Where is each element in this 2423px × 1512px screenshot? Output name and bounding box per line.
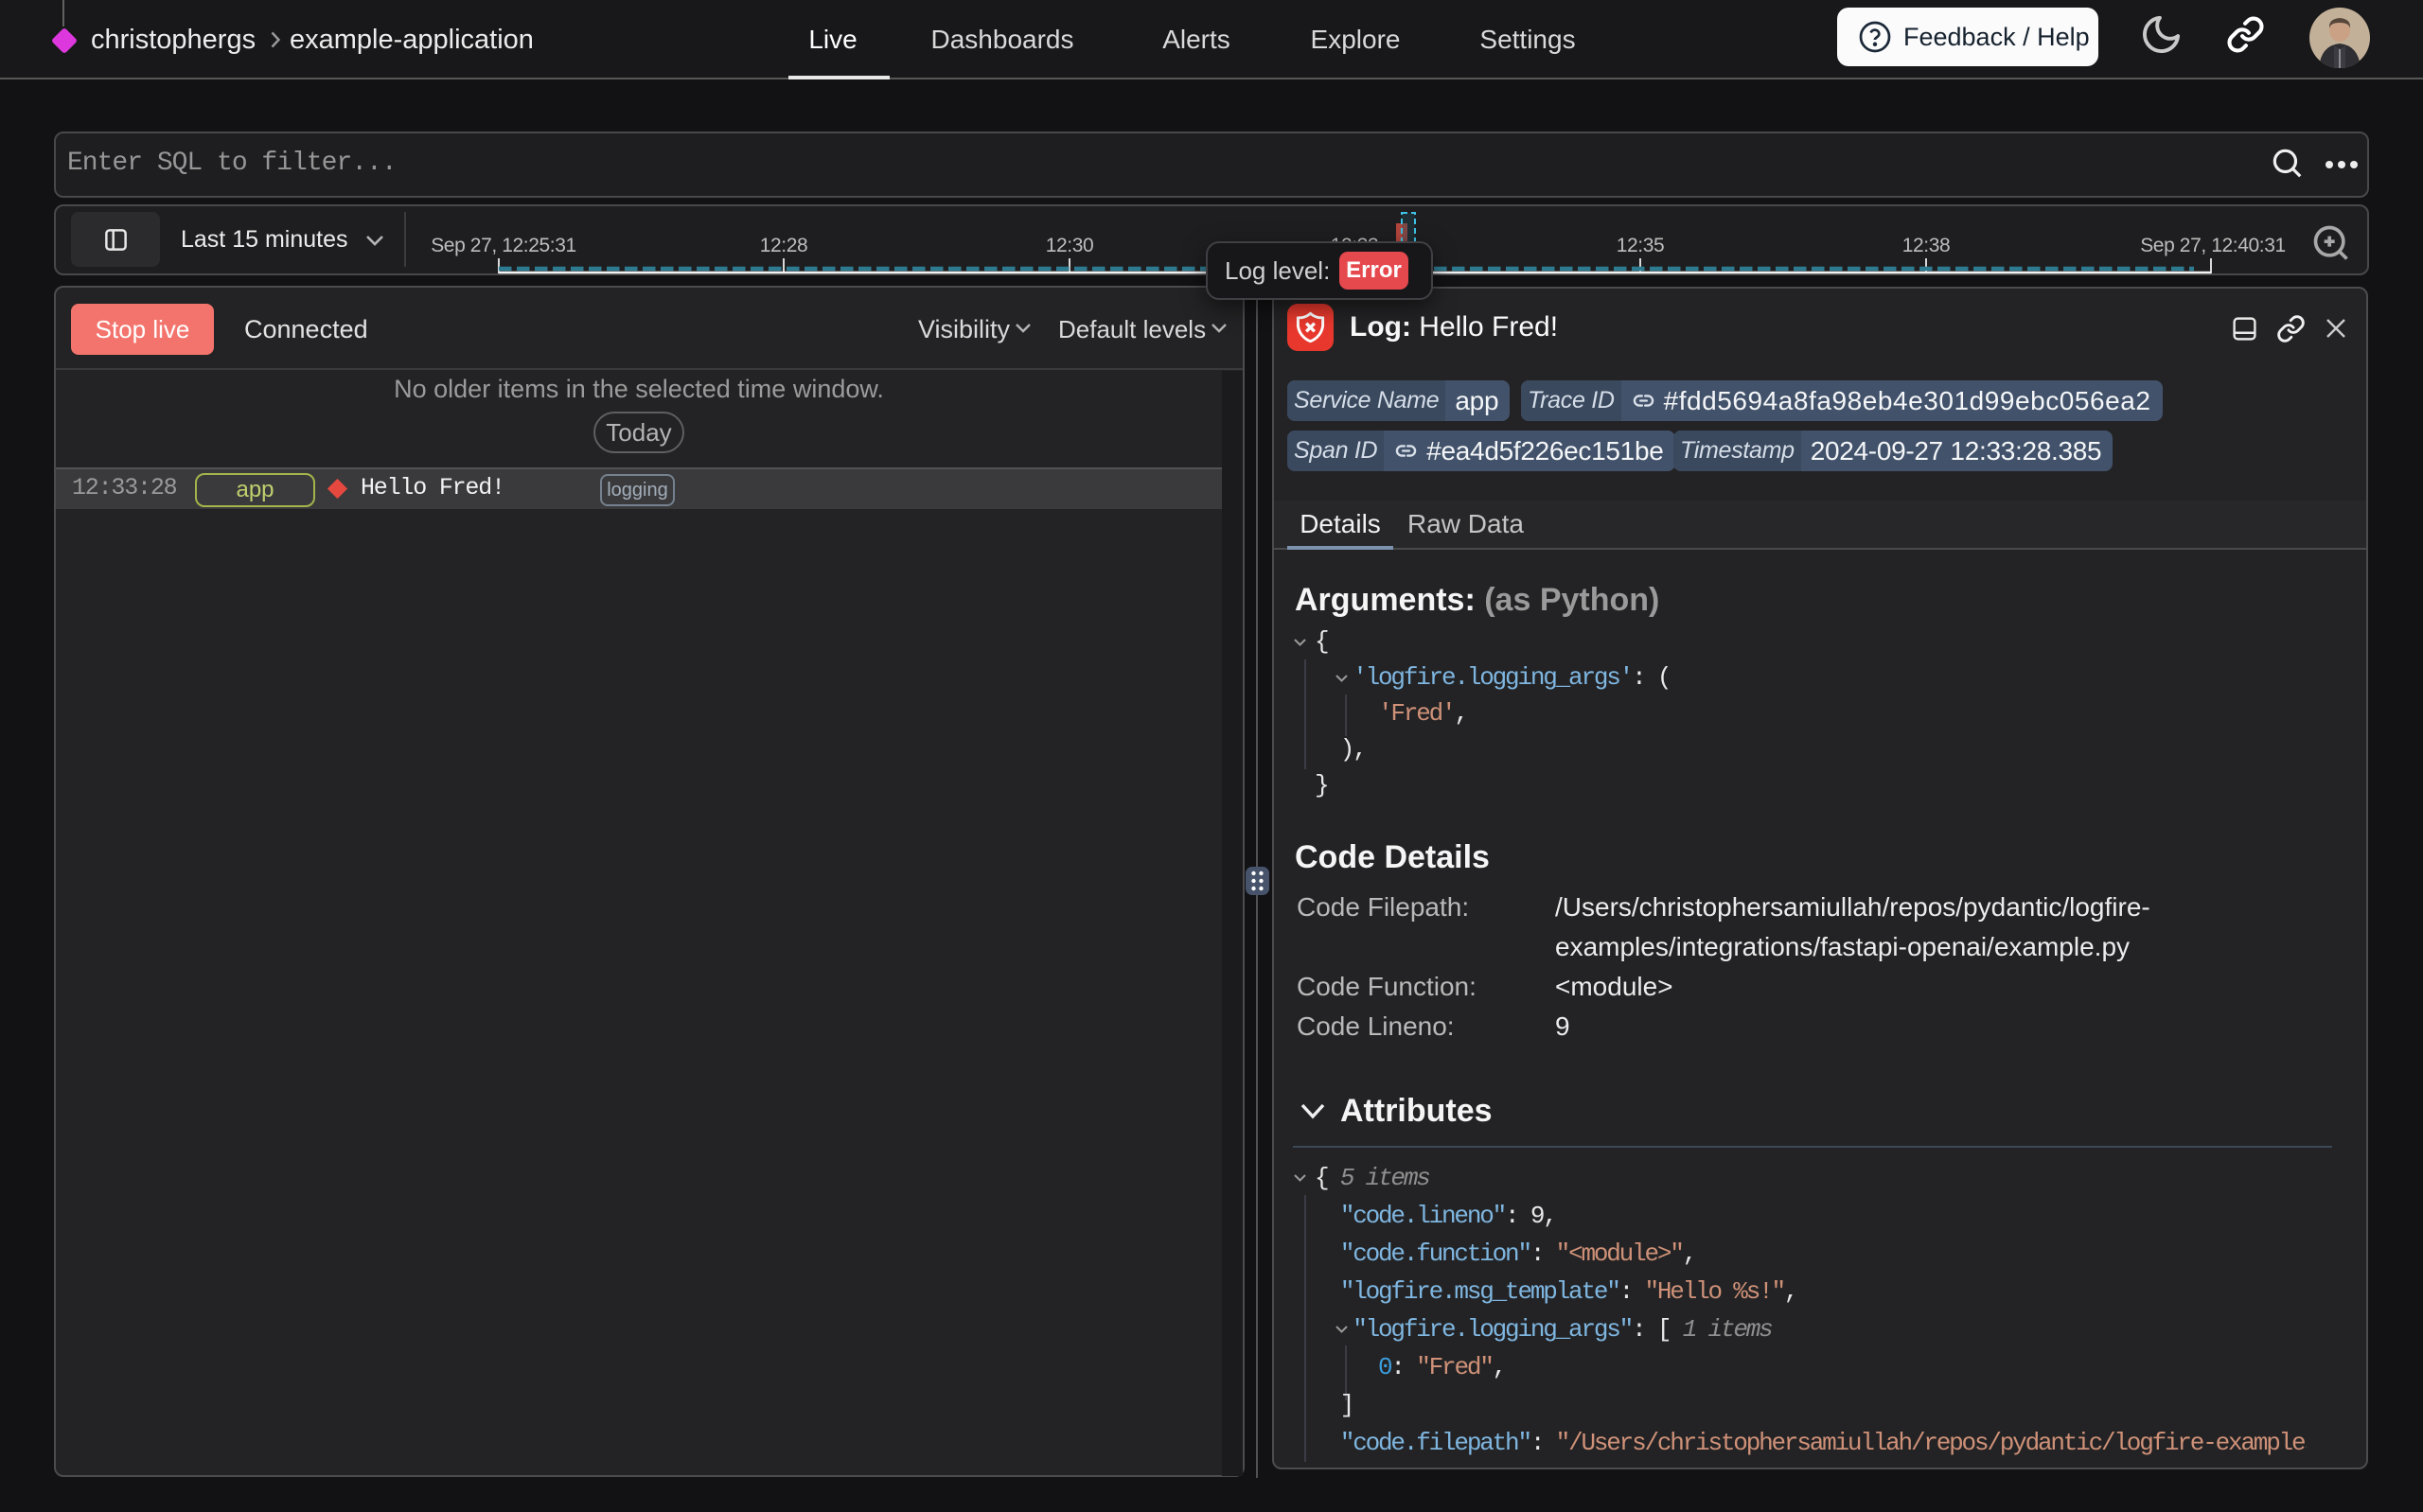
svg-text:12:38: 12:38 bbox=[1902, 235, 1951, 256]
svg-text:Sep 27, 12:40:31: Sep 27, 12:40:31 bbox=[2140, 235, 2286, 256]
svg-text:12:28: 12:28 bbox=[760, 235, 808, 256]
svg-text:12:35: 12:35 bbox=[1617, 235, 1665, 256]
svg-text:12:30: 12:30 bbox=[1046, 235, 1094, 256]
svg-text:Sep 27, 12:25:31: Sep 27, 12:25:31 bbox=[431, 235, 576, 256]
